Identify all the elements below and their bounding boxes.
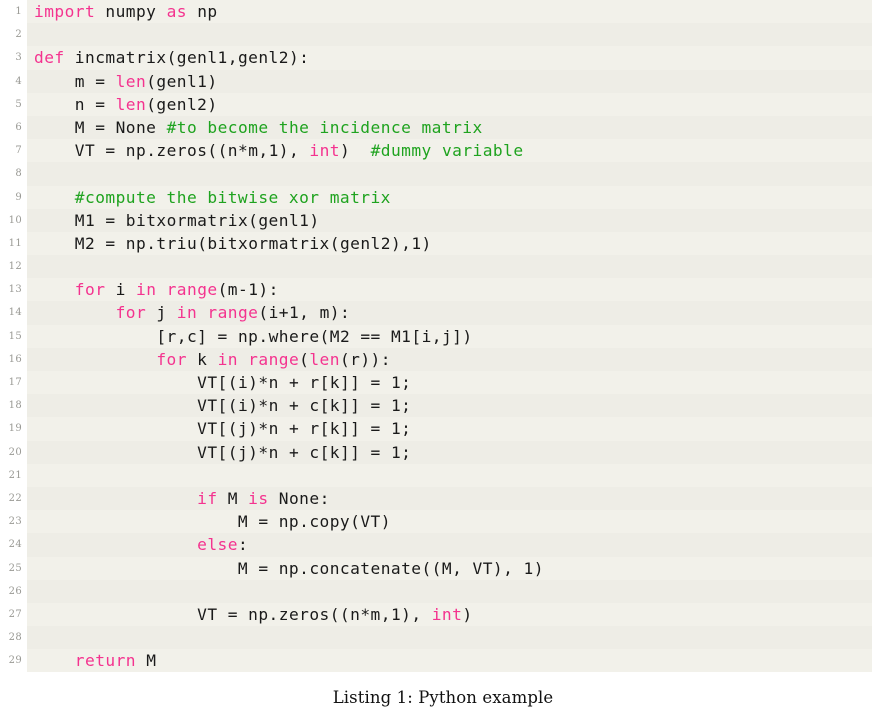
- code-line[interactable]: 7 VT = np.zeros((n*m,1), int) #dummy var…: [0, 139, 886, 163]
- code-line[interactable]: 27 VT = np.zeros((n*m,1), int): [0, 602, 886, 627]
- code-line[interactable]: 28: [0, 626, 886, 650]
- code-line-text[interactable]: M = np.copy(VT): [34, 510, 391, 533]
- line-number: 11: [8, 237, 22, 249]
- line-number: 28: [8, 632, 22, 644]
- code-line-text[interactable]: n = len(genl2): [34, 93, 218, 116]
- line-number: 20: [8, 446, 22, 458]
- code-line-text[interactable]: VT[(j)*n + r[k]] = 1;: [34, 417, 411, 440]
- line-number: 7: [15, 145, 22, 157]
- code-line-text[interactable]: def incmatrix(genl1,genl2):: [34, 46, 309, 69]
- code-line-background: [27, 255, 872, 279]
- listing-page: 1 import numpy as np 2 3 def incmatrix(genl1…: [0, 0, 886, 728]
- listing-caption: Listing 1: Python example: [332, 688, 554, 707]
- code-line[interactable]: 12: [0, 255, 886, 279]
- line-number: 15: [8, 330, 22, 342]
- code-line-background: [27, 162, 872, 186]
- code-line-background: [27, 23, 872, 47]
- code-line[interactable]: 4 m = len(genl1): [0, 69, 886, 93]
- code-line-text[interactable]: VT = np.zeros((n*m,1), int): [34, 603, 473, 626]
- code-line[interactable]: 19 VT[(j)*n + r[k]] = 1;: [0, 417, 886, 441]
- line-number: 26: [8, 585, 22, 597]
- line-number: 13: [8, 284, 22, 296]
- line-number: 1: [15, 6, 22, 17]
- line-number: 6: [15, 121, 22, 133]
- code-line-text[interactable]: for k in range(len(r)):: [34, 348, 391, 371]
- line-number: 4: [15, 75, 22, 87]
- line-number: 27: [8, 608, 22, 620]
- code-line[interactable]: 15 [r,c] = np.where(M2 == M1[i,j]): [0, 324, 886, 348]
- line-number: 2: [15, 29, 22, 41]
- code-line[interactable]: 23 M = np.copy(VT): [0, 510, 886, 534]
- code-line-text[interactable]: M2 = np.triu(bitxormatrix(genl2),1): [34, 232, 432, 255]
- code-line-text[interactable]: M = None #to become the incidence matrix: [34, 116, 483, 139]
- code-line-text[interactable]: if M is None:: [34, 487, 330, 510]
- code-line[interactable]: 6 M = None #to become the incidence matr…: [0, 115, 886, 140]
- code-line-background: [27, 579, 872, 603]
- code-line[interactable]: 20 VT[(j)*n + c[k]] = 1;: [0, 440, 886, 464]
- code-line[interactable]: 22 if M is None:: [0, 486, 886, 511]
- line-number: 19: [8, 423, 22, 435]
- code-line-text[interactable]: else:: [34, 533, 248, 556]
- line-number: 23: [8, 516, 22, 528]
- code-line-text[interactable]: #compute the bitwise xor matrix: [34, 186, 391, 209]
- code-line[interactable]: 5 n = len(genl2): [0, 92, 886, 116]
- line-number: 29: [8, 655, 22, 667]
- line-number: 8: [15, 168, 22, 180]
- code-line-text[interactable]: for j in range(i+1, m):: [34, 301, 350, 324]
- code-line[interactable]: 21: [0, 463, 886, 487]
- code-line[interactable]: 29 return M: [0, 649, 886, 673]
- line-number: 17: [8, 377, 22, 388]
- code-line-text[interactable]: [r,c] = np.where(M2 == M1[i,j]): [34, 325, 473, 348]
- code-line-text[interactable]: VT[(i)*n + r[k]] = 1;: [34, 371, 411, 394]
- line-number: 16: [8, 353, 22, 365]
- code-listing: 1 import numpy as np 2 3 def incmatrix(genl1…: [0, 0, 886, 673]
- code-line[interactable]: 1 import numpy as np: [0, 0, 886, 24]
- code-line[interactable]: 8: [0, 162, 886, 186]
- line-number: 18: [8, 400, 22, 412]
- code-line[interactable]: 24 else:: [0, 533, 886, 557]
- line-number: 9: [15, 191, 22, 203]
- code-line-text[interactable]: VT[(i)*n + c[k]] = 1;: [34, 394, 411, 417]
- code-line[interactable]: 14 for j in range(i+1, m):: [0, 301, 886, 325]
- line-number: 3: [15, 52, 22, 64]
- code-line-text[interactable]: M1 = bitxormatrix(genl1): [34, 209, 320, 232]
- code-line-text[interactable]: VT = np.zeros((n*m,1), int) #dummy varia…: [34, 139, 524, 162]
- code-line[interactable]: 16 for k in range(len(r)):: [0, 347, 886, 371]
- code-line[interactable]: 25 M = np.concatenate((M, VT), 1): [0, 556, 886, 580]
- line-number: 5: [15, 98, 22, 110]
- code-line-text[interactable]: m = len(genl1): [34, 70, 218, 93]
- code-line[interactable]: 2: [0, 23, 886, 47]
- code-line-text[interactable]: M = np.concatenate((M, VT), 1): [34, 557, 544, 580]
- code-line-text[interactable]: for i in range(m-1):: [34, 278, 279, 301]
- code-line[interactable]: 10 M1 = bitxormatrix(genl1): [0, 208, 886, 232]
- line-number: 24: [8, 539, 22, 551]
- code-line-text[interactable]: return M: [34, 649, 156, 672]
- code-line-text[interactable]: import numpy as np: [34, 0, 218, 23]
- code-line-text[interactable]: VT[(j)*n + c[k]] = 1;: [34, 441, 411, 464]
- code-line[interactable]: 18 VT[(i)*n + c[k]] = 1;: [0, 394, 886, 418]
- code-line-background: [27, 626, 872, 650]
- line-number: 25: [8, 562, 22, 574]
- code-line[interactable]: 17 VT[(i)*n + r[k]] = 1;: [0, 371, 886, 395]
- line-number: 21: [8, 469, 22, 481]
- line-number: 14: [8, 307, 22, 319]
- code-line[interactable]: 11 M2 = np.triu(bitxormatrix(genl2),1): [0, 231, 886, 256]
- code-line[interactable]: 13 for i in range(m-1):: [0, 278, 886, 302]
- code-line[interactable]: 3 def incmatrix(genl1,genl2):: [0, 46, 886, 70]
- line-number: 22: [8, 492, 22, 504]
- line-number: 12: [8, 261, 22, 273]
- code-line[interactable]: 9 #compute the bitwise xor matrix: [0, 185, 886, 209]
- code-area[interactable]: 1 import numpy as np 2 3 def incmatrix(genl1…: [0, 0, 886, 673]
- line-number: 10: [8, 214, 22, 226]
- code-line[interactable]: 26: [0, 579, 886, 603]
- code-line-background: [27, 463, 872, 487]
